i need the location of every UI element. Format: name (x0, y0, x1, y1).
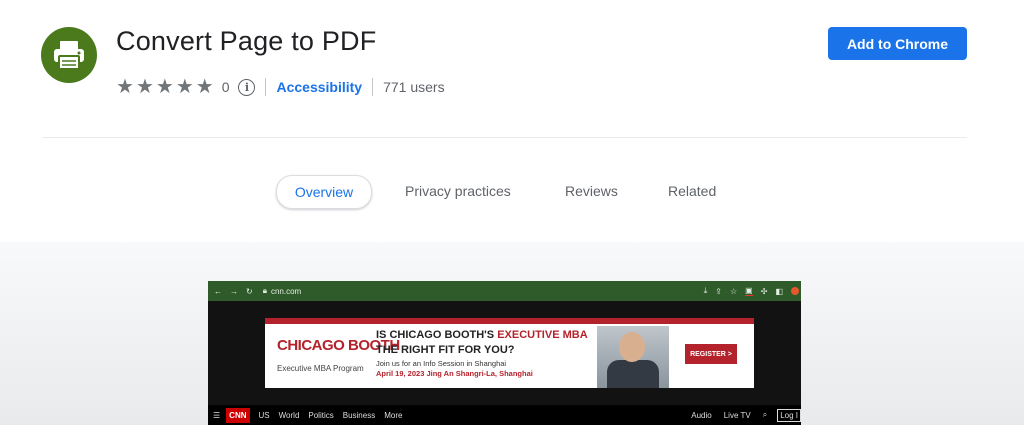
ad-date-line: April 19, 2023 Jing An Shangri-La, Shang… (376, 369, 533, 378)
tab-privacy-practices[interactable]: Privacy practices (405, 175, 511, 207)
detail-tabs: Overview Privacy practices Reviews Relat… (0, 175, 1024, 209)
rating-stars: ★ ★ ★ ★ ★ (116, 77, 214, 97)
meta-divider (372, 78, 374, 96)
nav-item: Politics (308, 410, 334, 420)
info-icon[interactable]: i (238, 78, 256, 96)
cnn-logo: CNN (226, 407, 250, 423)
ad-top-stripe (265, 318, 754, 324)
printer-icon (41, 27, 97, 83)
login-button: Log I (777, 408, 801, 422)
star-icon: ★ (116, 76, 134, 98)
extension-meta: ★ ★ ★ ★ ★ 0 i Accessibility 771 users (116, 76, 445, 98)
star-icon: ★ (135, 76, 154, 98)
ad-program: Executive MBA Program (277, 364, 364, 373)
nav-item: US (258, 410, 270, 420)
ad-info: Join us for an Info Session in Shanghai … (376, 359, 533, 379)
nav-item: World (278, 410, 300, 420)
nav-item: More (384, 410, 403, 420)
extension-screenshot[interactable]: ← → ↻ 🔒︎ cnn.com ⤓ ⇪ ☆ ▣ ✣ ◧ CHICAGO BOO… (208, 281, 801, 425)
extension-header: Convert Page to PDF ★ ★ ★ ★ ★ 0 i Access… (0, 0, 1024, 138)
add-to-chrome-button[interactable]: Add to Chrome (828, 27, 967, 60)
nav-item-right: Audio (691, 410, 712, 420)
meta-divider (265, 78, 267, 96)
star-icon: ★ (155, 76, 174, 98)
sidepanel-icon: ◧ (775, 286, 783, 296)
menu-icon: ☰ (213, 410, 221, 420)
bookmark-star-icon: ☆ (730, 286, 738, 296)
star-icon: ★ (175, 76, 194, 98)
download-icon: ⤓ (703, 286, 708, 295)
header-divider (42, 137, 967, 138)
extension-toolbar-icon: ▣ (745, 286, 753, 296)
ad-photo-face (619, 332, 645, 362)
lock-icon: 🔒︎ (262, 286, 267, 295)
rating-count: 0 (221, 79, 230, 95)
ad-photo (597, 326, 669, 388)
puzzle-icon: ✣ (760, 286, 768, 296)
cnn-navbar: ☰ CNN US World Politics Business More Au… (208, 405, 801, 425)
search-icon: ⌕ (762, 410, 768, 419)
star-icon: ★ (195, 76, 214, 98)
reload-icon: ↻ (246, 286, 253, 296)
nav-item: Business (342, 410, 376, 420)
profile-avatar (791, 287, 799, 295)
ad-register-button: REGISTER > (685, 344, 737, 364)
user-count: 771 users (383, 79, 445, 95)
ad-headline: IS CHICAGO BOOTH'S EXECUTIVE MBA THE RIG… (376, 329, 588, 356)
ad-info-line: Join us for an Info Session in Shanghai (376, 359, 507, 368)
back-icon: ← (214, 286, 222, 296)
forward-icon: → (230, 286, 238, 296)
extension-title: Convert Page to PDF (116, 26, 377, 56)
nav-item-right: Live TV (723, 410, 751, 420)
category-link[interactable]: Accessibility (276, 79, 362, 95)
ad-photo-body (607, 360, 659, 388)
banner-ad: CHICAGO BOOTH Executive MBA Program IS C… (265, 318, 754, 388)
tab-related[interactable]: Related (668, 175, 716, 207)
browser-toolbar: ← → ↻ 🔒︎ cnn.com ⤓ ⇪ ☆ ▣ ✣ ◧ (208, 281, 801, 301)
address-bar: cnn.com (270, 286, 302, 296)
tab-overview[interactable]: Overview (276, 175, 372, 209)
tab-reviews[interactable]: Reviews (565, 175, 618, 207)
share-icon: ⇪ (715, 286, 722, 296)
